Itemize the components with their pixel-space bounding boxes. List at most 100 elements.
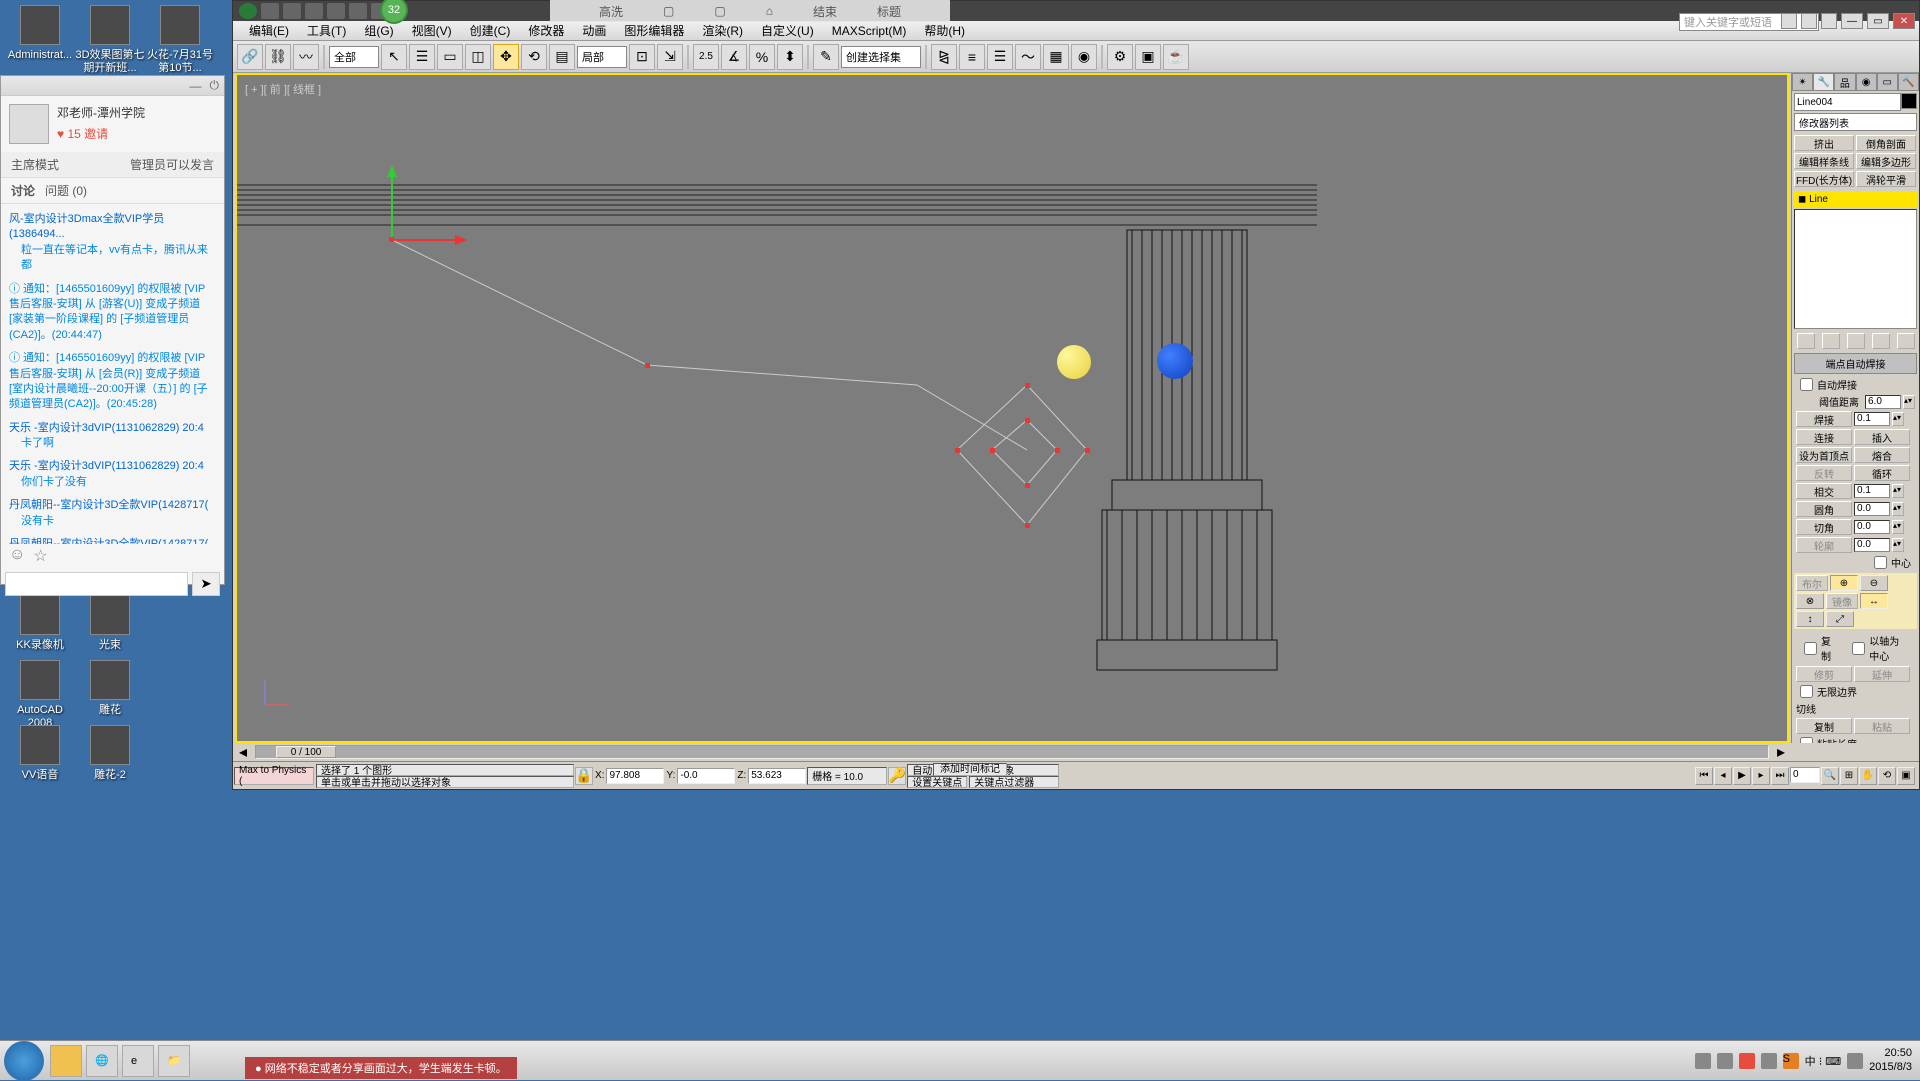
selection-filter[interactable]: 全部 — [329, 46, 379, 68]
move-icon[interactable]: ✥ — [493, 44, 519, 70]
keyfilter-button[interactable]: 关键点过滤器 — [969, 776, 1059, 788]
weld-input[interactable]: 0.1 — [1854, 412, 1890, 426]
emoji-icon[interactable]: ☺ — [9, 546, 25, 566]
avatar[interactable] — [9, 104, 49, 144]
chamfer-input[interactable]: 0.0 — [1854, 520, 1890, 534]
menu-tools[interactable]: 工具(T) — [299, 20, 354, 41]
tab-modify[interactable]: 🔧 — [1813, 73, 1834, 91]
taskbar-app[interactable]: 🌐 — [86, 1045, 118, 1077]
menu-views[interactable]: 视图(V) — [404, 20, 460, 41]
pastelen-check[interactable] — [1800, 737, 1813, 743]
desktop-icon[interactable]: 雕花 — [75, 660, 145, 717]
key-icon[interactable]: 🔑 — [888, 767, 906, 785]
desktop-icon[interactable]: 3D效果图第七期开新班... — [75, 5, 145, 75]
redo-icon[interactable] — [349, 3, 367, 19]
time-slider[interactable]: ◂ 0 / 100 ▸ — [235, 743, 1789, 761]
align-icon[interactable]: ≡ — [959, 44, 985, 70]
chat-list[interactable]: 风-室内设计3Dmax全款VIP学员(1386494...粒一直在等记本，vv有… — [1, 204, 224, 544]
schematic-icon[interactable]: ▦ — [1043, 44, 1069, 70]
close-icon[interactable]: ⏻ — [210, 78, 220, 93]
spinner[interactable]: ▴▾ — [1892, 484, 1904, 498]
volume-icon[interactable] — [1847, 1053, 1863, 1069]
modifier-stack-item[interactable]: ◼ Line — [1794, 191, 1917, 207]
x-coord-input[interactable] — [606, 768, 664, 784]
minimize-button[interactable]: — — [1841, 13, 1863, 29]
y-coord-input[interactable] — [677, 768, 735, 784]
center-check[interactable] — [1874, 556, 1887, 569]
chamfer-button[interactable]: 切角 — [1796, 519, 1852, 535]
tab-motion[interactable]: ◉ — [1856, 73, 1877, 91]
light-gizmo[interactable] — [1057, 345, 1091, 379]
fuse-button[interactable]: 熔合 — [1854, 447, 1910, 463]
open-icon[interactable] — [283, 3, 301, 19]
tab-hierarchy[interactable]: 品 — [1834, 73, 1855, 91]
setkey-button[interactable]: 设置关键点 — [907, 776, 967, 788]
setfirst-button[interactable]: 设为首顶点 — [1796, 447, 1852, 463]
menu-help[interactable]: 帮助(H) — [916, 20, 973, 41]
scale-icon[interactable]: ▤ — [549, 44, 575, 70]
mod-editspline[interactable]: 编辑样条线 — [1794, 153, 1854, 169]
manipulate-icon[interactable]: ⇲ — [657, 44, 683, 70]
pan-icon[interactable]: ✋ — [1859, 767, 1877, 785]
save-icon[interactable] — [305, 3, 323, 19]
new-icon[interactable] — [261, 3, 279, 19]
bool-union-icon[interactable]: ⊕ — [1830, 575, 1858, 591]
desktop-icon[interactable]: VV语音 — [5, 725, 75, 782]
snap-icon[interactable]: 2.5 — [693, 44, 719, 70]
infinite-check[interactable] — [1800, 685, 1813, 698]
menu-edit[interactable]: 编辑(E) — [241, 20, 297, 41]
connect-button[interactable]: 连接 — [1796, 429, 1852, 445]
menu-animation[interactable]: 动画 — [574, 20, 614, 41]
play-icon[interactable]: ▶ — [1733, 767, 1751, 785]
crossinsert-input[interactable]: 0.1 — [1854, 484, 1890, 498]
fillet-button[interactable]: 圆角 — [1796, 501, 1852, 517]
desktop-icon[interactable]: KK录像机 — [5, 595, 75, 652]
prev-frame-icon[interactable]: ◂ — [1714, 767, 1732, 785]
desktop-icon[interactable]: 火花-7月31号第10节... — [145, 5, 215, 75]
favorites-icon[interactable] — [1801, 13, 1817, 29]
spinner[interactable]: ▴▾ — [1892, 502, 1904, 516]
render-icon[interactable]: ☕ — [1163, 44, 1189, 70]
menu-maxscript[interactable]: MAXScript(M) — [824, 22, 915, 40]
mod-extrude[interactable]: 挤出 — [1794, 135, 1854, 151]
modifier-stack[interactable] — [1794, 209, 1917, 329]
taskbar-app[interactable] — [50, 1045, 82, 1077]
layers-icon[interactable]: ☰ — [987, 44, 1013, 70]
viewport-front[interactable]: [ + ][ 前 ][ 线框 ] — [235, 73, 1789, 743]
link-icon[interactable]: 🔗 — [237, 44, 263, 70]
menu-grapheditors[interactable]: 图形编辑器 — [616, 20, 692, 41]
tab-discuss[interactable]: 讨论 — [11, 182, 35, 199]
app-icon[interactable] — [239, 3, 257, 19]
tab-create[interactable]: ✴ — [1792, 73, 1813, 91]
mirror-icon[interactable]: ⧎ — [931, 44, 957, 70]
spinner[interactable]: ▴▾ — [1903, 395, 1915, 409]
start-button[interactable] — [4, 1041, 44, 1081]
spinner-snap-icon[interactable]: ⬍ — [777, 44, 803, 70]
tray-icon[interactable] — [1695, 1053, 1711, 1069]
fillet-input[interactable]: 0.0 — [1854, 502, 1890, 516]
goto-start-icon[interactable]: ⏮ — [1695, 767, 1713, 785]
select-name-icon[interactable]: ☰ — [409, 44, 435, 70]
threshold-input[interactable]: 6.0 — [1865, 395, 1901, 409]
rollout-autoweld[interactable]: 端点自动焊接 — [1794, 353, 1917, 374]
pin-stack-icon[interactable] — [1797, 333, 1815, 349]
taskbar-app[interactable]: 📁 — [158, 1045, 190, 1077]
time-thumb[interactable]: 0 / 100 — [276, 746, 336, 758]
material-icon[interactable]: ◉ — [1071, 44, 1097, 70]
z-coord-input[interactable] — [748, 768, 806, 784]
ime-icon[interactable]: S — [1783, 1053, 1799, 1069]
lock-selection-icon[interactable]: 🔒 — [575, 767, 593, 785]
next-frame-icon[interactable]: ▸ — [1752, 767, 1770, 785]
goto-end-icon[interactable]: ⏭ — [1771, 767, 1789, 785]
angle-snap-icon[interactable]: ∡ — [721, 44, 747, 70]
crossinsert-button[interactable]: 相交 — [1796, 483, 1852, 499]
cycle-button[interactable]: 循环 — [1854, 465, 1910, 481]
select-rect-icon[interactable]: ▭ — [437, 44, 463, 70]
signin-icon[interactable] — [1781, 13, 1797, 29]
desktop-icon[interactable]: 光束 — [75, 595, 145, 652]
mirror-h-icon[interactable]: ↔ — [1860, 593, 1888, 609]
maxscript-listener[interactable]: Max to Physics ( — [234, 767, 314, 785]
tray-icon[interactable] — [1739, 1053, 1755, 1069]
chat-input[interactable] — [5, 572, 188, 596]
mirror-v-icon[interactable]: ↕ — [1796, 611, 1824, 627]
